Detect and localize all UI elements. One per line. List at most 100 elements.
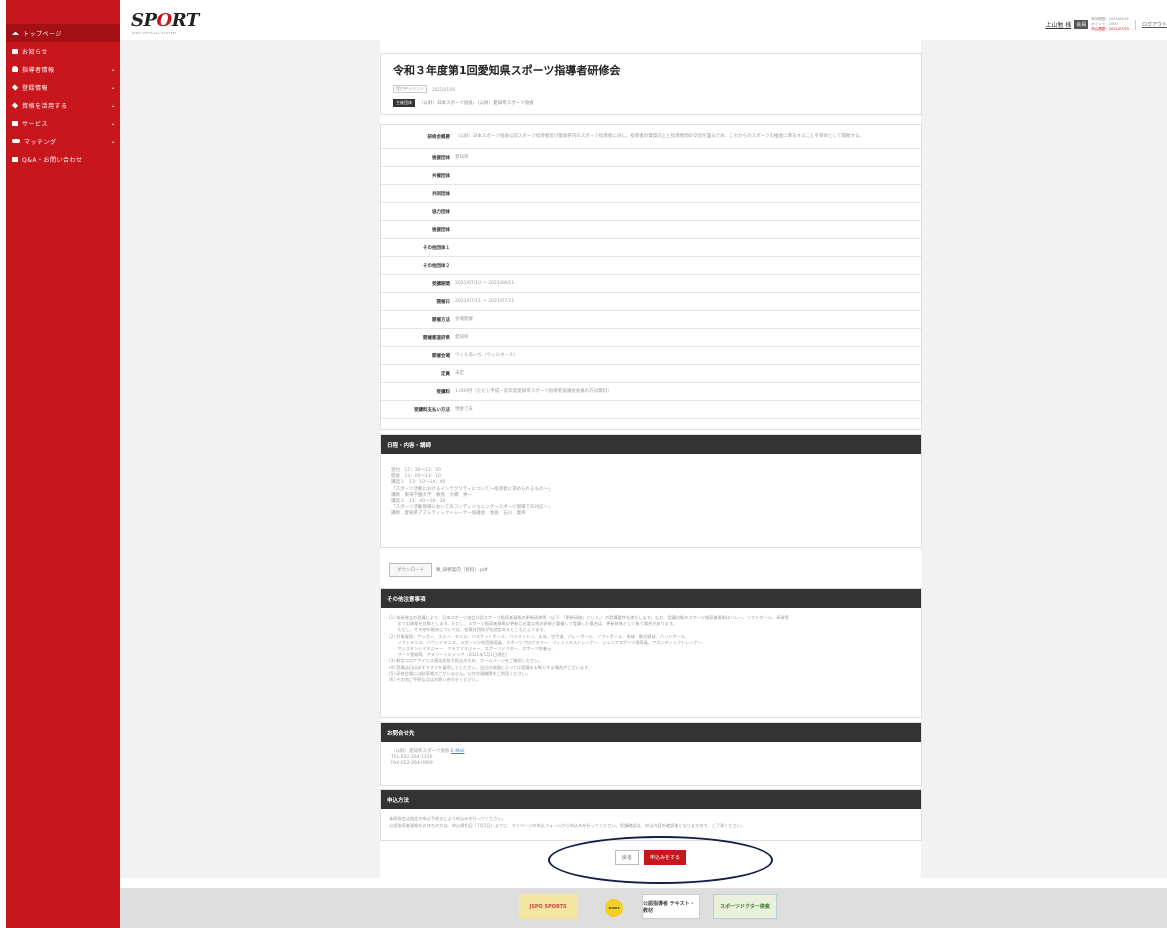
header: SPORT JSPO OFFICIAL SYSTEM 上山勉 様 会員 有効期限… bbox=[120, 0, 1167, 40]
notes-body: (1) 本研修会の受講により、日本スポーツ協会公認スポーツ指導者資格の更新研修等… bbox=[381, 608, 921, 690]
chevron-down-icon: ⌄ bbox=[110, 101, 116, 109]
organizer-line: 主催団体 （公財）日本スポーツ協会、（公財）愛知県スポーツ協会 bbox=[393, 99, 909, 107]
download-button[interactable]: ダウンロード bbox=[389, 562, 432, 577]
info-key: 受講料支払い方法 bbox=[414, 407, 450, 413]
event-date: 2021/07/29 bbox=[432, 86, 456, 92]
info-row: 受講料支払い方法 現金で支 bbox=[381, 401, 921, 419]
info-row: 共同団体 bbox=[381, 185, 921, 203]
footer-banner-jspo[interactable]: JSPO SPORTS bbox=[519, 894, 577, 919]
info-row: 後援団体 bbox=[381, 221, 921, 239]
sidebar-item-1[interactable]: お知らせ bbox=[6, 42, 120, 60]
stat-history[interactable]: 申込履歴：2021/07/29 bbox=[1091, 27, 1129, 32]
info-value: 2021/07/10 ～ 2021/08/11 bbox=[455, 280, 515, 286]
download-area: ダウンロード 要_研修案内（有料）.pdf bbox=[380, 551, 922, 588]
footer-banner-doctor[interactable]: スポーツドクター検索 bbox=[713, 894, 777, 919]
info-row: 開催方法 会場開催 bbox=[381, 311, 921, 329]
mail-icon bbox=[12, 156, 18, 162]
info-row: 共催団体 bbox=[381, 167, 921, 185]
home-icon bbox=[12, 31, 19, 35]
sidebar-item-label: 登録情報 bbox=[22, 84, 49, 92]
sidebar-item-label: 資格を活用する bbox=[22, 102, 68, 110]
sidebar-item-label: Q&A・お問い合わせ bbox=[22, 156, 83, 164]
info-key: 後援団体 bbox=[432, 155, 450, 161]
info-value: 現金で支 bbox=[455, 406, 473, 412]
footer-banner-circle-icon: SPORTS bbox=[608, 906, 620, 910]
info-value: 会場開催 bbox=[455, 316, 473, 322]
sidebar-item-2[interactable]: 指導者情報 ⌄ bbox=[6, 60, 120, 78]
tag-icon bbox=[11, 83, 19, 91]
schedule-heading: 日程・内容・講師 bbox=[381, 435, 921, 454]
notes-panel: その他注意事項 (1) 本研修会の受講により、日本スポーツ協会公認スポーツ指導者… bbox=[380, 588, 922, 718]
sidebar: トップページ お知らせ 指導者情報 ⌄ 登録情報 ⌄ 資格を活用する ⌄ サービス ⌄ マッチング ⌄… bbox=[6, 0, 120, 928]
event-title-panel: 令和３年度第1回愛知県スポーツ指導者研修会 受付中イベント 2021/07/29… bbox=[380, 53, 922, 115]
sidebar-menu: トップページ お知らせ 指導者情報 ⌄ 登録情報 ⌄ 資格を活用する ⌄ サービス ⌄ マッチング ⌄… bbox=[6, 24, 120, 168]
contact-fax: FAX:052-264-0909 bbox=[391, 761, 433, 767]
schedule-panel: 日程・内容・講師 受付 12：30～12：50 開会 13：00～13：10 講話１… bbox=[380, 434, 922, 548]
member-badge: 会員 bbox=[1074, 20, 1089, 29]
sidebar-top-spacer bbox=[6, 0, 120, 24]
event-status-tag: 受付中イベント bbox=[393, 85, 427, 93]
info-value: ウィルあいち（ウィルホール） bbox=[455, 352, 518, 358]
sidebar-item-label: お知らせ bbox=[22, 48, 48, 56]
chevron-down-icon: ⌄ bbox=[110, 137, 116, 145]
info-row: 受講料 1,000円（ただし平成・前年度愛知県スポーツ指導者協議会会員の方は無料） bbox=[381, 383, 921, 401]
info-key: 開催会場 bbox=[432, 353, 450, 359]
info-value: 2021/07/11 ～ 2021/07/11 bbox=[455, 298, 515, 304]
highlight-oval bbox=[548, 836, 773, 884]
tag-icon bbox=[11, 101, 19, 109]
event-meta: 受付中イベント 2021/07/29 bbox=[393, 85, 909, 93]
page-title: 令和３年度第1回愛知県スポーツ指導者研修会 bbox=[393, 64, 621, 77]
method-body: 本研修会は指定の申込手続きにより申込みを行ってください。 公認指導者資格をお持ちの… bbox=[381, 809, 921, 836]
info-key: その他団体１ bbox=[423, 245, 450, 251]
sidebar-item-label: 指導者情報 bbox=[22, 66, 55, 74]
footer-banner-circle[interactable]: SPORTS bbox=[605, 899, 623, 917]
chevron-down-icon: ⌄ bbox=[110, 83, 116, 91]
contact-heading: お問合せ先 bbox=[381, 723, 921, 742]
info-row: 協力団体 bbox=[381, 203, 921, 221]
info-row: 開催都道府県 愛知県 bbox=[381, 329, 921, 347]
person-icon bbox=[12, 66, 18, 72]
sport-logo[interactable]: SPORT bbox=[131, 10, 199, 31]
info-row: その他団体１ bbox=[381, 239, 921, 257]
sidebar-item-6[interactable]: マッチング ⌄ bbox=[6, 132, 120, 150]
info-key: 受講料 bbox=[436, 389, 451, 395]
info-row: 開催日 2021/07/11 ～ 2021/07/11 bbox=[381, 293, 921, 311]
organizer-tag: 主催団体 bbox=[393, 99, 415, 107]
notes-line: (6) その他ご不明な点はお問い合わせください。 bbox=[389, 677, 481, 683]
user-stats: 有効期限：2024/03/31 ポイント：1000 申込履歴：2021/07/2… bbox=[1091, 17, 1129, 32]
schedule-body: 受付 12：30～12：50 開会 13：00～13：10 講話１ 13：10～14… bbox=[381, 454, 921, 532]
contact-org: （公財）愛知県スポーツ協会 bbox=[391, 749, 450, 754]
handshake-icon bbox=[12, 139, 20, 143]
notes-heading: その他注意事項 bbox=[381, 589, 921, 608]
header-user-area: 上山勉 様 会員 有効期限：2024/03/31 ポイント：1000 申込履歴：… bbox=[1045, 17, 1167, 32]
sidebar-item-0[interactable]: トップページ bbox=[6, 24, 120, 42]
info-key: 研修会概要 bbox=[427, 134, 451, 140]
info-row: 後援団体 愛知県 bbox=[381, 149, 921, 167]
info-key: 受講期間 bbox=[432, 281, 450, 287]
sidebar-item-label: サービス bbox=[22, 120, 49, 128]
logo-text-right: RT bbox=[171, 10, 200, 31]
sidebar-item-3[interactable]: 登録情報 ⌄ bbox=[6, 78, 120, 96]
info-key: 共催団体 bbox=[432, 173, 450, 179]
contact-email-link[interactable]: E-Mail bbox=[451, 749, 465, 754]
info-value: 愛知県 bbox=[455, 334, 469, 340]
sidebar-item-5[interactable]: サービス ⌄ bbox=[6, 114, 120, 132]
info-key: 共同団体 bbox=[432, 191, 450, 197]
info-key: 開催日 bbox=[436, 299, 451, 305]
info-row: その他団体２ bbox=[381, 257, 921, 275]
footer: JSPO SPORTS SPORTS 公認指導者 テキスト・教材 スポーツドクタ… bbox=[120, 888, 1167, 928]
info-value: 1,000円（ただし平成・前年度愛知県スポーツ指導者協議会会員の方は無料） bbox=[455, 388, 612, 394]
user-name-link[interactable]: 上山勉 様 bbox=[1045, 20, 1071, 29]
sidebar-item-7[interactable]: Q&A・お問い合わせ bbox=[6, 150, 120, 168]
info-key: 開催方法 bbox=[432, 317, 450, 323]
schedule-line: 講師 愛知県アスレティックトレーナー協議会 会長 石川 義男 bbox=[391, 511, 526, 517]
download-filename[interactable]: 要_研修案内（有料）.pdf bbox=[436, 567, 487, 573]
sidebar-item-label: トップページ bbox=[23, 30, 62, 38]
info-key: 開催都道府県 bbox=[423, 335, 450, 341]
info-key: 定員 bbox=[441, 371, 450, 377]
logout-link[interactable]: ログアウト bbox=[1142, 21, 1167, 28]
contact-panel: お問合せ先 （公財）愛知県スポーツ協会 E-Mail TEL:052-264-1… bbox=[380, 722, 922, 786]
footer-banner-textbook[interactable]: 公認指導者 テキスト・教材 bbox=[642, 894, 700, 919]
sidebar-item-4[interactable]: 資格を活用する ⌄ bbox=[6, 96, 120, 114]
chevron-down-icon: ⌄ bbox=[110, 65, 116, 73]
